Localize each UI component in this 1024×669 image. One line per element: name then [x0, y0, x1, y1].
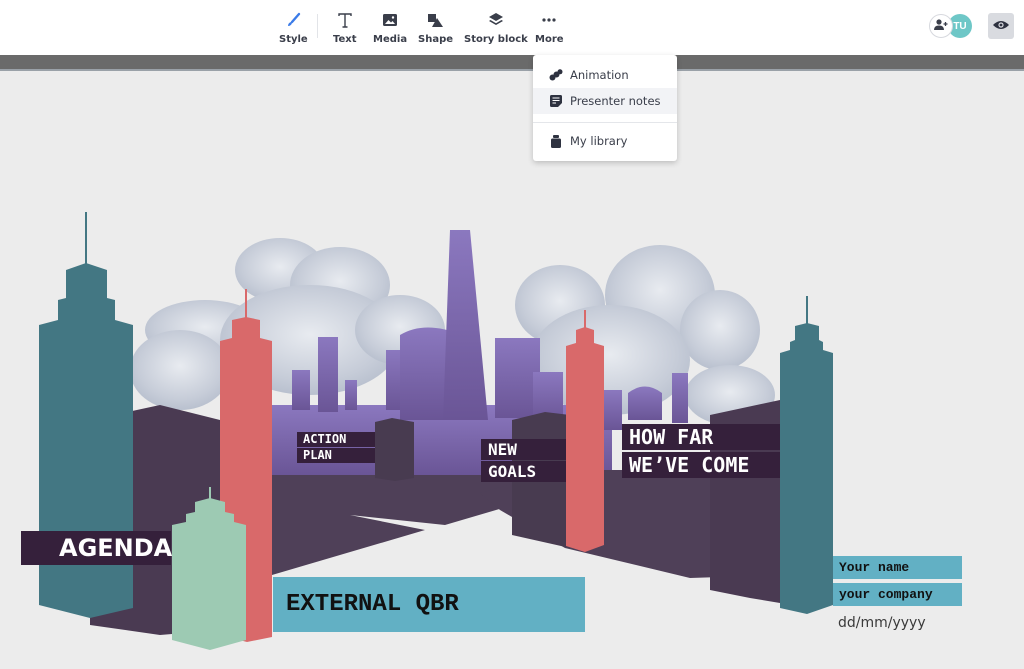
- menu-divider: [533, 122, 677, 123]
- menu-item-label: Animation: [570, 68, 629, 82]
- more-button[interactable]: More: [535, 10, 564, 45]
- text-label: Text: [333, 34, 357, 45]
- how-far-label-line1[interactable]: HOW FAR: [622, 424, 780, 450]
- teal-tower-right: [780, 323, 833, 614]
- more-dropdown-menu: Animation Presenter notes My library: [533, 55, 677, 161]
- more-label: More: [535, 34, 564, 45]
- presentation-date[interactable]: dd/mm/yyyy: [838, 615, 926, 631]
- editor-ruler-bar: [0, 55, 1024, 69]
- coral-tower-right: [566, 327, 604, 552]
- library-icon: [549, 134, 563, 148]
- how-far-label-line2[interactable]: WE’VE COME: [622, 452, 780, 478]
- slide-canvas[interactable]: AGENDA ACTION PLAN NEW GOALS HOW FAR WE’…: [0, 71, 1024, 669]
- new-goals-label-line1[interactable]: NEW: [481, 439, 566, 460]
- plum-block-center: [375, 418, 414, 481]
- brush-icon: [283, 10, 303, 30]
- presenter-company[interactable]: your company: [833, 583, 962, 606]
- story-block-button[interactable]: Story block: [464, 10, 528, 45]
- top-toolbar: Style Text Media Shape Story block More: [0, 0, 1024, 55]
- media-label: Media: [373, 34, 408, 45]
- add-collaborator-button[interactable]: [929, 14, 953, 38]
- animation-icon: [549, 69, 563, 81]
- media-button[interactable]: Media: [373, 10, 407, 45]
- layers-icon: [486, 10, 506, 30]
- agenda-label[interactable]: AGENDA: [21, 531, 173, 565]
- notes-icon: [549, 95, 563, 107]
- action-plan-label-line2[interactable]: PLAN: [297, 448, 375, 463]
- image-icon: [380, 10, 400, 30]
- more-icon: [539, 10, 559, 30]
- style-button[interactable]: Style: [279, 10, 308, 45]
- menu-item-presenter-notes[interactable]: Presenter notes: [533, 88, 677, 114]
- eye-icon: [993, 17, 1009, 35]
- menu-item-my-library[interactable]: My library: [533, 128, 677, 154]
- presenter-name[interactable]: Your name: [833, 556, 962, 579]
- action-plan-label-line1[interactable]: ACTION: [297, 432, 375, 447]
- add-user-icon: [934, 17, 948, 35]
- toolbar-divider: [317, 14, 318, 38]
- text-button[interactable]: Text: [333, 10, 357, 45]
- shape-button[interactable]: Shape: [418, 10, 453, 45]
- new-goals-label-line2[interactable]: GOALS: [481, 461, 566, 482]
- shape-label: Shape: [418, 34, 454, 45]
- agenda-text: AGENDA: [59, 534, 173, 562]
- presentation-title[interactable]: EXTERNAL QBR: [273, 577, 585, 632]
- menu-item-animation[interactable]: Animation: [533, 62, 677, 88]
- menu-item-label: Presenter notes: [570, 94, 661, 108]
- menu-item-label: My library: [570, 134, 628, 148]
- shape-icon: [426, 10, 446, 30]
- text-icon: [335, 10, 355, 30]
- story-block-label: Story block: [464, 34, 528, 45]
- preview-button[interactable]: [988, 13, 1014, 39]
- style-label: Style: [279, 34, 308, 45]
